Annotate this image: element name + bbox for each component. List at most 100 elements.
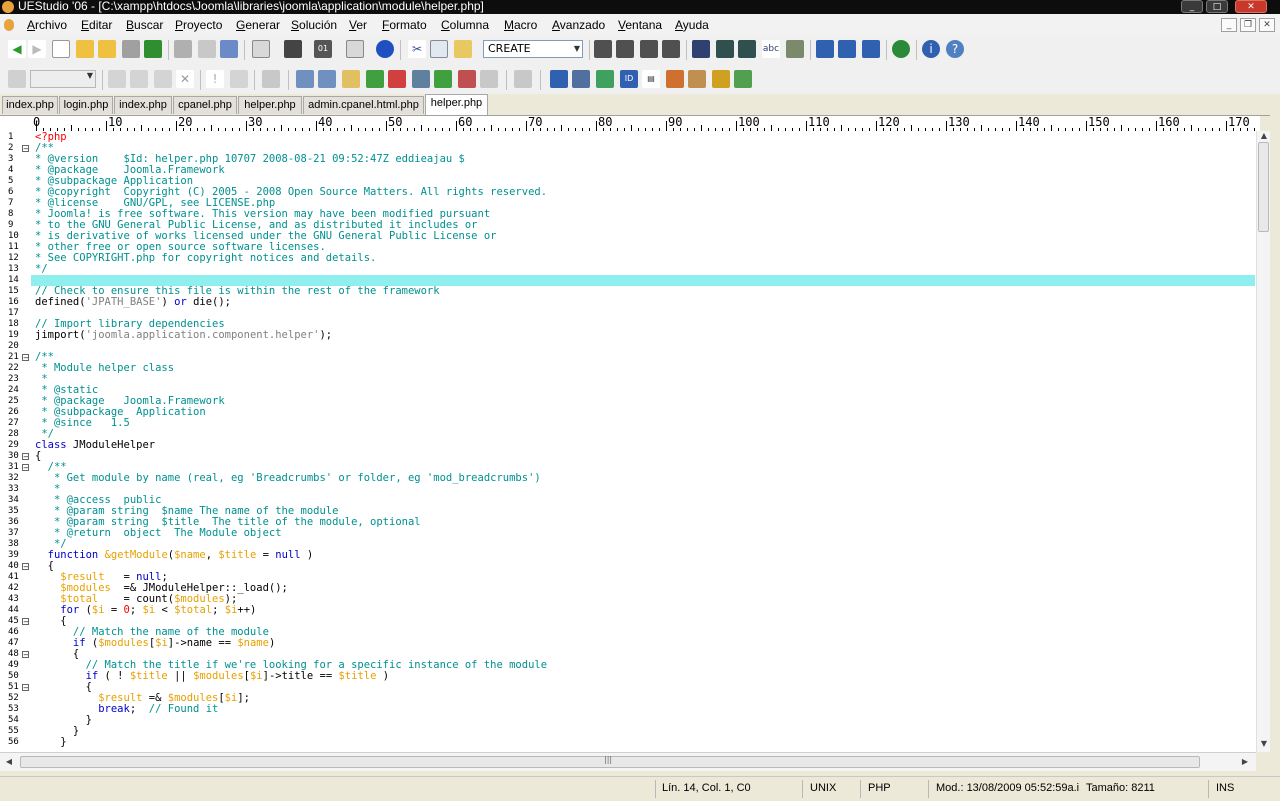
code-line[interactable]: * @return object The Module object: [35, 528, 282, 539]
cut-disabled-icon[interactable]: [108, 70, 126, 88]
window-minimize-button[interactable]: _: [1181, 0, 1203, 13]
align-center-icon[interactable]: [616, 40, 634, 58]
tab-index-php-1[interactable]: index.php: [2, 96, 58, 114]
fold-toggle-icon[interactable]: −: [22, 453, 29, 461]
check-icon[interactable]: [596, 70, 614, 88]
secondary-combobox[interactable]: ▼: [30, 70, 96, 88]
align-left-icon[interactable]: [594, 40, 612, 58]
command-combobox[interactable]: CREATE ▼: [483, 40, 583, 58]
app-icon[interactable]: [2, 1, 14, 13]
back-icon[interactable]: ◀: [8, 40, 26, 58]
split-horizontal-icon[interactable]: [816, 40, 834, 58]
open-folder-alt-icon[interactable]: [98, 40, 116, 58]
mdi-minimize-button[interactable]: _: [1221, 18, 1237, 32]
document-icon[interactable]: [346, 40, 364, 58]
fold-toggle-icon[interactable]: −: [22, 684, 29, 692]
code-line[interactable]: defined('JPATH_BASE') or die();: [35, 297, 231, 308]
hex-icon[interactable]: 01: [314, 40, 332, 58]
scroll-right-arrow-icon[interactable]: ▶: [1240, 757, 1250, 767]
info-icon[interactable]: i: [922, 40, 940, 58]
scroll-down-arrow-icon[interactable]: ▼: [1258, 739, 1270, 749]
project-up-icon[interactable]: [342, 70, 360, 88]
help-icon[interactable]: ?: [946, 40, 964, 58]
grid-icon[interactable]: [550, 70, 568, 88]
window-close-button[interactable]: ✕: [1235, 0, 1267, 13]
windows-icon[interactable]: [572, 70, 590, 88]
binoculars-icon[interactable]: [692, 40, 710, 58]
flag-icon[interactable]: [230, 70, 248, 88]
find-icon[interactable]: [220, 40, 238, 58]
scroll-left-arrow-icon[interactable]: ◀: [4, 757, 14, 767]
project-run-icon[interactable]: [458, 70, 476, 88]
copy-disabled-icon[interactable]: [130, 70, 148, 88]
document-menu-icon[interactable]: [4, 19, 14, 31]
syntax-mode[interactable]: PHP: [868, 780, 891, 796]
project-settings-icon[interactable]: [412, 70, 430, 88]
project-stop-icon[interactable]: [480, 70, 498, 88]
id-icon[interactable]: ID: [620, 70, 638, 88]
menu-proyecto[interactable]: Proyecto: [175, 16, 222, 34]
line-ending[interactable]: UNIX: [810, 780, 836, 796]
paste-icon[interactable]: [454, 40, 472, 58]
tab-index-php-2[interactable]: index.php: [114, 96, 172, 114]
find-next-icon[interactable]: [716, 40, 734, 58]
menu-archivo[interactable]: Archivo: [27, 16, 67, 34]
menu-generar[interactable]: Generar: [236, 16, 280, 34]
menu-avanzado[interactable]: Avanzado: [552, 16, 605, 34]
menu-macro[interactable]: Macro: [504, 16, 537, 34]
list-icon[interactable]: [284, 40, 302, 58]
project-build-icon[interactable]: [434, 70, 452, 88]
exclamation-icon[interactable]: !: [206, 70, 224, 88]
align-right-icon[interactable]: [640, 40, 658, 58]
tab-login-php[interactable]: login.php: [59, 96, 113, 114]
fold-toggle-icon[interactable]: −: [22, 651, 29, 659]
code-line[interactable]: }: [35, 737, 66, 748]
project-new-icon[interactable]: [296, 70, 314, 88]
code-line[interactable]: */: [35, 264, 48, 275]
settings-icon[interactable]: [734, 70, 752, 88]
project-open-icon[interactable]: [318, 70, 336, 88]
menu-formato[interactable]: Formato: [382, 16, 427, 34]
bookmark-icon[interactable]: [8, 70, 26, 88]
find-prev-icon[interactable]: [738, 40, 756, 58]
printer-icon[interactable]: [786, 40, 804, 58]
delete-icon[interactable]: ✕: [176, 70, 194, 88]
tab-cpanel-php[interactable]: cpanel.php: [173, 96, 237, 114]
project-remove-icon[interactable]: [388, 70, 406, 88]
copy-icon[interactable]: [430, 40, 448, 58]
mdi-close-button[interactable]: ✕: [1259, 18, 1275, 32]
page-icon[interactable]: [252, 40, 270, 58]
menu-ver[interactable]: Ver: [349, 16, 367, 34]
open-folder-icon[interactable]: [76, 40, 94, 58]
menu-buscar[interactable]: Buscar: [126, 16, 163, 34]
menu-columna[interactable]: Columna: [441, 16, 489, 34]
code-line[interactable]: jimport('joomla.application.component.he…: [35, 330, 332, 341]
scroll-up-arrow-icon[interactable]: ▲: [1258, 131, 1270, 141]
code-line[interactable]: for ($i = 0; $i < $total; $i++): [35, 605, 256, 616]
code-editor[interactable]: 1 <?php 2−/** 3 * @version $Id: helper.php 1…: [0, 131, 1256, 752]
paste-disabled-icon[interactable]: [154, 70, 172, 88]
menu-ventana[interactable]: Ventana: [618, 16, 662, 34]
window-maximize-button[interactable]: □: [1206, 0, 1228, 13]
vertical-scrollbar[interactable]: ▲ ▼: [1256, 131, 1271, 752]
save-icon[interactable]: [122, 40, 140, 58]
fold-toggle-icon[interactable]: −: [22, 618, 29, 626]
mdi-restore-button[interactable]: ❐: [1240, 18, 1256, 32]
code-line[interactable]: * Get module by name (real, eg 'Breadcru…: [35, 473, 541, 484]
monitor-icon[interactable]: [514, 70, 532, 88]
tab-helper-php-1[interactable]: helper.php: [238, 96, 302, 114]
package-icon[interactable]: [688, 70, 706, 88]
code-line[interactable]: class JModuleHelper: [35, 440, 155, 451]
globe-icon[interactable]: [892, 40, 910, 58]
fold-toggle-icon[interactable]: −: [22, 464, 29, 472]
menu-solucion[interactable]: Solución: [291, 16, 337, 34]
checklist-icon[interactable]: ▤: [642, 70, 660, 88]
tab-helper-php-active[interactable]: helper.php: [425, 94, 488, 115]
code-line[interactable]: * See COPYRIGHT.php for copyright notice…: [35, 253, 376, 264]
list-disabled-icon[interactable]: [262, 70, 280, 88]
horizontal-scrollbar[interactable]: ◀ ||| ▶: [0, 752, 1256, 771]
menu-ayuda[interactable]: Ayuda: [675, 16, 709, 34]
new-file-icon[interactable]: [52, 40, 70, 58]
print-icon[interactable]: [174, 40, 192, 58]
cut-icon[interactable]: ✂: [408, 40, 426, 58]
